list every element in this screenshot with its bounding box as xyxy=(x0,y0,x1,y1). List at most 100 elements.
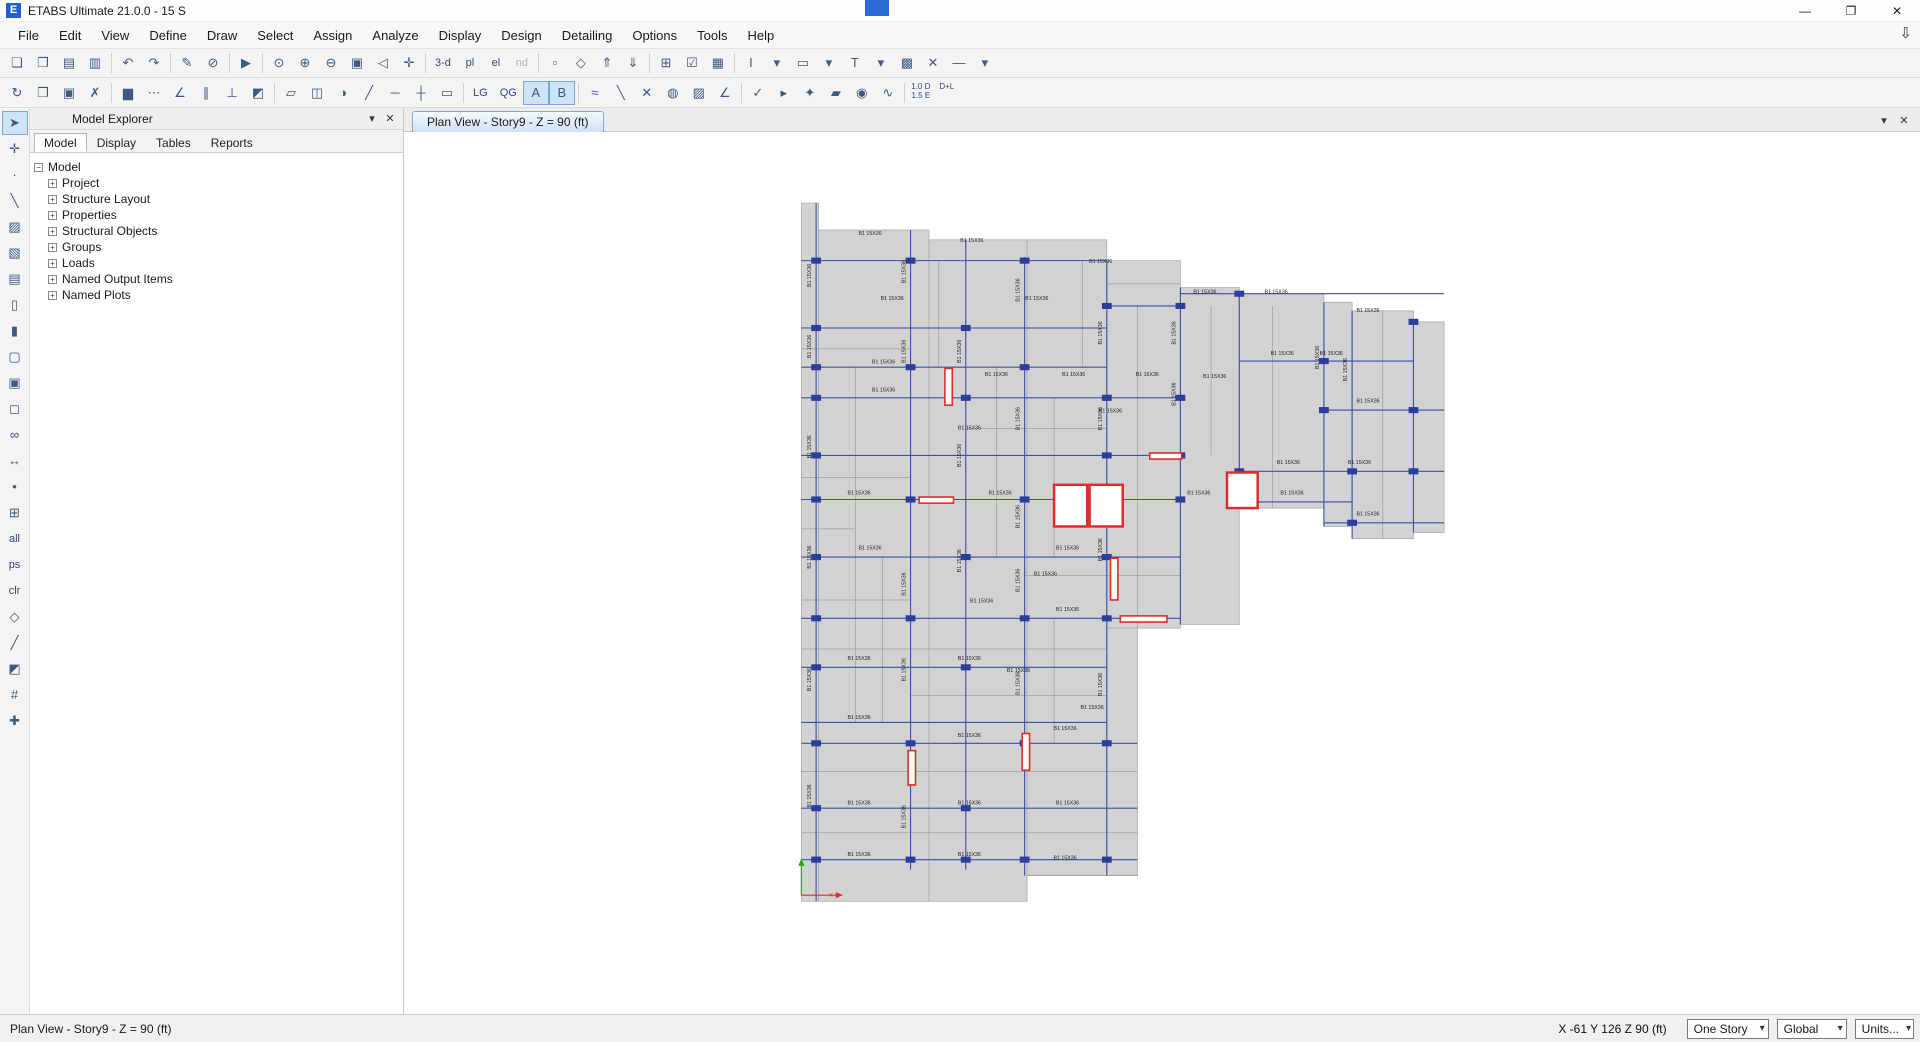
plan-view-tab[interactable]: Plan View - Story9 - Z = 90 (ft) xyxy=(412,111,604,132)
column-marker[interactable] xyxy=(906,857,916,863)
divide-frame-button[interactable]: ╱ xyxy=(356,81,382,105)
parallel-snap-button[interactable]: ∥ xyxy=(193,81,219,105)
refresh-view-button[interactable]: ↻ xyxy=(4,81,30,105)
restore-full-view-button[interactable]: ▣ xyxy=(344,51,370,75)
tab-model[interactable]: Model xyxy=(34,133,87,152)
wall-opening[interactable] xyxy=(1022,733,1029,770)
slab-panel[interactable] xyxy=(1324,302,1352,526)
draw-grid-button[interactable]: ⊞ xyxy=(2,501,28,525)
label-a-toggle[interactable]: A xyxy=(523,81,549,105)
select-pointer-button[interactable]: ➤ xyxy=(2,111,28,135)
move-up-story-button[interactable]: ⇑ xyxy=(594,51,620,75)
print-button[interactable]: ▥ xyxy=(82,51,108,75)
column-marker[interactable] xyxy=(1409,468,1419,474)
draw-dimension-button[interactable]: ↔ xyxy=(2,449,28,473)
menu-display[interactable]: Display xyxy=(429,24,492,47)
copy-button[interactable]: ❒ xyxy=(30,81,56,105)
expand-icon[interactable]: + xyxy=(48,227,57,236)
story-mode-select[interactable]: One Story ▾ xyxy=(1687,1019,1769,1039)
panel-menu-chevron-icon[interactable]: ▾ xyxy=(363,112,381,125)
align-button[interactable]: ∠ xyxy=(167,81,193,105)
tree-item-model[interactable]: −Model xyxy=(34,159,399,175)
wave-display-button[interactable]: ≈ xyxy=(582,81,608,105)
menu-tools[interactable]: Tools xyxy=(687,24,737,47)
intersect-button[interactable]: ┼ xyxy=(408,81,434,105)
column-marker[interactable] xyxy=(906,496,916,502)
snap-options-button[interactable]: ✚ xyxy=(2,709,28,733)
menu-draw[interactable]: Draw xyxy=(197,24,247,47)
plan-view-button[interactable]: pl xyxy=(457,51,483,75)
move-down-story-button[interactable]: ⇓ xyxy=(620,51,646,75)
mesh-area-button[interactable]: ▭ xyxy=(434,81,460,105)
column-marker[interactable] xyxy=(811,615,821,621)
close-button[interactable]: ✕ xyxy=(1874,0,1920,22)
wall-opening[interactable] xyxy=(1120,616,1167,622)
minimize-button[interactable]: — xyxy=(1782,0,1828,22)
tree-item-loads[interactable]: +Loads xyxy=(34,255,399,271)
column-marker[interactable] xyxy=(1102,452,1112,458)
view-close-icon[interactable]: ✕ xyxy=(1894,111,1914,131)
quick-draw-braces-button[interactable]: ▧ xyxy=(2,241,28,265)
replicate-button[interactable]: ◫ xyxy=(304,81,330,105)
floor-plan-canvas[interactable]: B1 15X36B1 15X36B1 15X36B1 15X36B1 15X36… xyxy=(404,132,1920,1014)
wall-opening[interactable] xyxy=(919,497,953,503)
column-marker[interactable] xyxy=(1102,857,1112,863)
previous-zoom-button[interactable]: ◁ xyxy=(370,51,396,75)
column-marker[interactable] xyxy=(1020,258,1030,264)
show-tables-button[interactable]: ▦ xyxy=(705,51,731,75)
column-marker[interactable] xyxy=(906,740,916,746)
check-model-button[interactable]: ✓ xyxy=(745,81,771,105)
draw-joint-button[interactable]: ∙ xyxy=(2,163,28,187)
tree-item-groups[interactable]: +Groups xyxy=(34,239,399,255)
column-marker[interactable] xyxy=(1102,615,1112,621)
column-marker[interactable] xyxy=(1347,520,1357,526)
object-shrink-toggle[interactable]: ▫ xyxy=(542,51,568,75)
slab-panel[interactable] xyxy=(819,230,929,901)
column-marker[interactable] xyxy=(811,496,821,502)
column-marker[interactable] xyxy=(1409,407,1419,413)
menu-design[interactable]: Design xyxy=(491,24,551,47)
slab-panel[interactable] xyxy=(1180,288,1239,625)
draw-links-button[interactable]: ∞ xyxy=(2,423,28,447)
coordinate-system-select[interactable]: Global ▾ xyxy=(1777,1019,1847,1039)
wall-opening[interactable] xyxy=(1110,558,1117,600)
tree-item-project[interactable]: +Project xyxy=(34,175,399,191)
redo-button[interactable]: ↷ xyxy=(141,51,167,75)
view-chevron-down-icon[interactable]: ▾ xyxy=(1874,111,1894,131)
column-marker[interactable] xyxy=(1020,364,1030,370)
rubber-band-zoom-button[interactable]: ⊙ xyxy=(266,51,292,75)
run-analysis-button[interactable]: ▶ xyxy=(233,51,259,75)
edit-grid-button[interactable]: ⊞ xyxy=(653,51,679,75)
clear-selection-button[interactable]: clr xyxy=(2,579,28,603)
wall-opening[interactable] xyxy=(1054,485,1087,527)
expand-icon[interactable]: + xyxy=(48,195,57,204)
merge-joints-button[interactable]: ⋯ xyxy=(141,81,167,105)
column-marker[interactable] xyxy=(811,857,821,863)
wall-opening[interactable] xyxy=(908,751,915,785)
panel-close-icon[interactable]: ✕ xyxy=(381,112,399,125)
expand-icon[interactable]: + xyxy=(48,275,57,284)
area-section-dropdown[interactable]: ▾ xyxy=(816,51,842,75)
draw-reference-point-button[interactable]: • xyxy=(2,475,28,499)
undo-button[interactable]: ↶ xyxy=(115,51,141,75)
column-marker[interactable] xyxy=(811,395,821,401)
slab-panel[interactable] xyxy=(1107,628,1138,875)
expand-icon[interactable]: + xyxy=(48,291,57,300)
units-button[interactable]: Units... ▾ xyxy=(1855,1019,1914,1039)
menu-edit[interactable]: Edit xyxy=(49,24,91,47)
frame-section-button[interactable]: I xyxy=(738,51,764,75)
wall-opening[interactable] xyxy=(945,368,952,405)
corner-snap-button[interactable]: ◩ xyxy=(245,81,271,105)
menu-options[interactable]: Options xyxy=(622,24,687,47)
display-options-button[interactable]: ☑ xyxy=(679,51,705,75)
menu-help[interactable]: Help xyxy=(738,24,785,47)
hinge-button[interactable]: ◉ xyxy=(849,81,875,105)
menu-detailing[interactable]: Detailing xyxy=(552,24,623,47)
frame-section-dropdown[interactable]: ▾ xyxy=(764,51,790,75)
lock-model-button[interactable]: ⊘ xyxy=(200,51,226,75)
show-chart-button[interactable]: ▆ xyxy=(115,81,141,105)
open-model-button[interactable]: ❐ xyxy=(30,51,56,75)
highlight-button[interactable]: ✦ xyxy=(797,81,823,105)
delete-button[interactable]: ✗ xyxy=(82,81,108,105)
tree-item-structural-objects[interactable]: +Structural Objects xyxy=(34,223,399,239)
